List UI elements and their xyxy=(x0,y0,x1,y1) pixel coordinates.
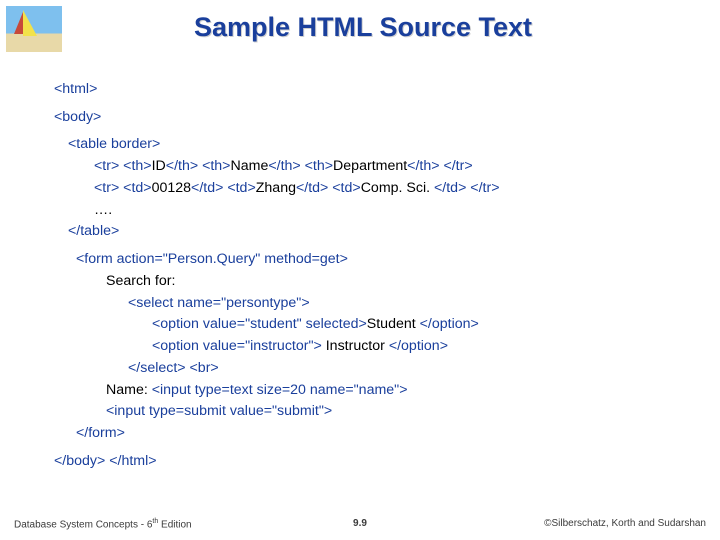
code-line: <option value="student" selected>Student… xyxy=(152,315,720,334)
slide-body: <html> <body> <table border> <tr> <th>ID… xyxy=(0,52,720,470)
title-bar: Sample HTML Source Text xyxy=(0,0,720,52)
code-line: </form> xyxy=(76,424,720,443)
code-line: Search for: xyxy=(106,272,720,291)
footer-right: ©Silberschatz, Korth and Sudarshan xyxy=(544,518,706,530)
code-line: <tr> <td>00128</td> <td>Zhang</td> <td>C… xyxy=(94,179,720,198)
sailboat-icon xyxy=(6,6,62,52)
code-line: </table> xyxy=(68,222,720,241)
footer-page-number: 9.9 xyxy=(353,518,367,529)
code-line: </select> <br> xyxy=(128,359,720,378)
code-line: <input type=submit value="submit"> xyxy=(106,402,720,421)
code-line: <html> xyxy=(54,80,720,99)
code-line: </body> </html> xyxy=(54,452,720,471)
code-line: <option value="instructor"> Instructor <… xyxy=(152,337,720,356)
footer-left: Database System Concepts - 6th Edition xyxy=(14,518,192,530)
code-line: <select name="persontype"> xyxy=(128,294,720,313)
code-line: <body> xyxy=(54,108,720,127)
slide-footer: Database System Concepts - 6th Edition 9… xyxy=(0,518,720,530)
code-line: <form action="Person.Query" method=get> xyxy=(76,250,720,269)
code-line: …. xyxy=(94,201,720,220)
code-line: <tr> <th>ID</th> <th>Name</th> <th>Depar… xyxy=(94,157,720,176)
slide-title: Sample HTML Source Text xyxy=(62,6,720,43)
code-line: <table border> xyxy=(68,135,720,154)
code-line: Name: <input type=text size=20 name="nam… xyxy=(106,381,720,400)
